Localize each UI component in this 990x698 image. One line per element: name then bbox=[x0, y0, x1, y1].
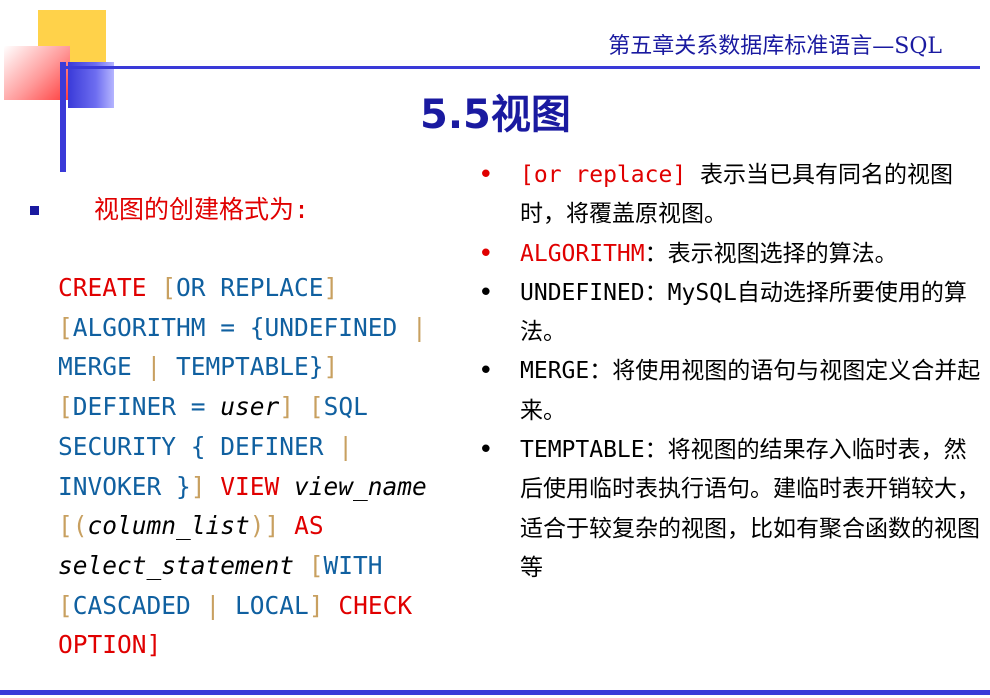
list-item: • ALGORITHM：表示视图选择的算法。 bbox=[478, 235, 983, 274]
square-bullet-icon bbox=[30, 206, 39, 215]
code-line: [(column_list)] AS bbox=[58, 511, 324, 541]
bullet-dot-icon: • bbox=[478, 160, 494, 190]
slide-title: 5.5视图 bbox=[420, 82, 571, 140]
decor-vertical-line bbox=[60, 62, 66, 172]
code-line: [DEFINER = user] [SQL bbox=[58, 392, 368, 422]
code-line: SECURITY { DEFINER | bbox=[58, 431, 354, 461]
bullet-dot-icon: • bbox=[478, 356, 494, 387]
list-item: • [or replace] 表示当已具有同名的视图时，将覆盖原视图。 bbox=[478, 156, 983, 235]
code-line: CREATE [OR REPLACE] bbox=[58, 273, 339, 302]
bullet-dot-icon: • bbox=[478, 238, 494, 269]
list-item: • UNDEFINED：MySQL自动选择所要使用的算法。 bbox=[478, 274, 983, 353]
list-item: • MERGE：将使用视图的语句与视图定义合并起来。 bbox=[478, 352, 983, 431]
create-view-syntax: CREATE [OR REPLACE] [ALGORITHM = {UNDEFI… bbox=[58, 268, 474, 665]
code-line: select_statement [WITH bbox=[58, 550, 383, 580]
explanation-list: • [or replace] 表示当已具有同名的视图时，将覆盖原视图。 • ALGO… bbox=[478, 156, 983, 588]
code-line: OPTION] bbox=[58, 630, 162, 660]
code-line: [CASCADED | LOCAL] CHECK bbox=[58, 590, 413, 620]
code-line: [ALGORITHM = {UNDEFINED | bbox=[58, 312, 427, 342]
bullet-dot-icon: • bbox=[478, 435, 494, 466]
header-divider-line bbox=[60, 66, 980, 69]
code-line: MERGE | TEMPTABLE}] bbox=[58, 352, 339, 382]
code-line: INVOKER }] VIEW view_name bbox=[58, 471, 427, 501]
footer-divider-line bbox=[0, 690, 990, 695]
bullet-dot-icon: • bbox=[478, 277, 494, 308]
title-text: 视图 bbox=[490, 92, 571, 138]
syntax-heading: 视图的创建格式为: bbox=[94, 195, 310, 224]
list-item: • TEMPTABLE：将视图的结果存入临时表，然后使用临时表执行语句。建临时表开… bbox=[478, 431, 983, 588]
chapter-header: 第五章关系数据库标准语言—SQL bbox=[608, 34, 942, 59]
title-number: 5.5 bbox=[420, 92, 491, 138]
